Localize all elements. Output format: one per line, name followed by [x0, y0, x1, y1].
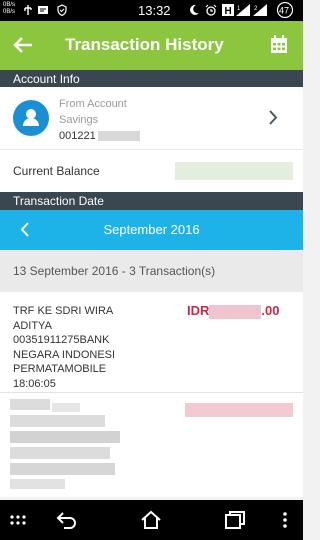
transaction-item[interactable] — [0, 393, 303, 497]
battery-level-text: 47 — [279, 6, 289, 16]
current-balance-row: Current Balance — [0, 149, 303, 193]
amount-currency: IDR — [187, 303, 210, 318]
transaction-desc-line: NEGARA INDONESI — [13, 348, 116, 361]
amount-decimals: .00 — [261, 303, 280, 318]
day-group-header: 13 September 2016 - 3 Transaction(s) — [0, 251, 303, 292]
back-arrow-icon[interactable] — [12, 35, 34, 55]
apps-grid-icon[interactable] — [8, 510, 30, 530]
signal-1-icon: 1 — [236, 4, 250, 16]
current-balance-label: Current Balance — [13, 164, 100, 178]
account-details: From Account Savings 001221 — [59, 96, 140, 144]
page-title: Transaction History — [65, 35, 224, 54]
account-number-prefix: 001221 — [59, 130, 96, 142]
transaction-desc-line: PERMATAMOBILE — [13, 363, 107, 376]
chevron-right-icon — [269, 110, 278, 125]
transaction-description: TRF KE SDRI WIRA ADITYA 00351911275BANK … — [13, 304, 138, 392]
account-info-header: Account Info — [0, 70, 303, 88]
user-icon — [23, 109, 39, 126]
account-selector[interactable]: From Account Savings 001221 — [0, 87, 303, 149]
battery-icon: 47 — [276, 2, 294, 18]
account-type: Savings — [59, 114, 99, 126]
status-bar: 0B/s 0B/s 13:32 H 1 2 47 — [0, 0, 303, 21]
account-number-redacted — [97, 131, 140, 142]
home-icon[interactable] — [140, 510, 162, 530]
svg-text:H: H — [225, 6, 232, 16]
transaction-date-header: Transaction Date — [0, 192, 303, 210]
net-up-text: 0B/s — [3, 2, 16, 8]
transaction-redacted — [10, 399, 293, 489]
network-speed: 0B/s 0B/s — [3, 2, 15, 16]
shield-icon — [57, 4, 67, 16]
amount-redacted — [209, 304, 262, 319]
hspa-icon: H — [222, 4, 234, 16]
day-group-title: 13 September 2016 - 3 Transaction(s) — [13, 264, 216, 278]
app-bar: Transaction History — [0, 21, 303, 70]
clock-text: 13:32 — [138, 3, 171, 18]
avatar — [13, 100, 49, 136]
transaction-item[interactable]: TRF KE SDRI WIRA ADITYA 00351911275BANK … — [0, 292, 303, 393]
transaction-desc-line: ADITYA — [13, 319, 52, 332]
account-info-title: Account Info — [13, 72, 80, 86]
current-month-label: September 2016 — [103, 222, 200, 237]
system-nav-bar — [0, 500, 303, 540]
more-options-icon[interactable] — [278, 510, 292, 530]
month-selector: September 2016 — [0, 210, 303, 250]
recent-apps-icon[interactable] — [224, 510, 246, 530]
alarm-icon — [205, 4, 217, 16]
transaction-amount: IDR .00 — [187, 303, 279, 319]
transaction-desc-line: 00351911275BANK — [13, 334, 110, 347]
back-nav-icon[interactable] — [56, 510, 78, 530]
current-balance-redacted — [175, 162, 293, 180]
transaction-date-title: Transaction Date — [13, 194, 104, 208]
svg-text:1: 1 — [237, 6, 241, 12]
net-down-text: 0B/s — [3, 9, 16, 15]
usb-icon — [24, 5, 32, 15]
account-number: 001221 — [59, 128, 140, 144]
moon-icon — [190, 4, 199, 15]
transaction-time: 18:06:05 — [13, 377, 56, 390]
signal-2-icon: 2 — [253, 4, 267, 16]
svg-text:2: 2 — [254, 6, 258, 12]
transaction-desc-line: TRF KE SDRI WIRA — [13, 305, 114, 317]
from-account-label: From Account — [59, 98, 127, 110]
message-icon — [38, 6, 48, 14]
calendar-icon[interactable] — [270, 35, 288, 54]
